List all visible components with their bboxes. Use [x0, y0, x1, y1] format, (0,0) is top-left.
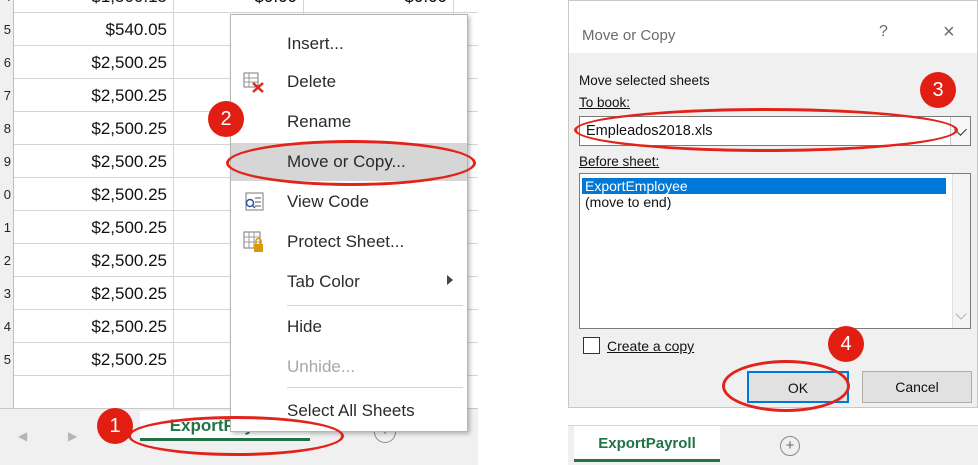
table-cell[interactable]: $540.05	[14, 13, 174, 46]
table-cell[interactable]: $2,500.25	[14, 277, 174, 310]
row-number: 4	[0, 310, 14, 343]
before-sheet-label: Before sheet:	[579, 154, 660, 169]
list-item-move-to-end[interactable]: (move to end)	[582, 194, 946, 210]
menu-item-insert[interactable]: Insert...	[231, 25, 467, 63]
row-number: 4	[0, 0, 14, 13]
menu-item-rename[interactable]: Rename	[231, 103, 467, 141]
table-cell[interactable]: $2,500.25	[14, 79, 174, 112]
highlight-ring-to-book	[574, 108, 958, 152]
table-cell[interactable]: $2,500.25	[14, 145, 174, 178]
to-book-label: To book:	[579, 95, 631, 110]
step-badge-1: 1	[97, 408, 133, 444]
row-number: 5	[0, 13, 14, 46]
before-sheet-list[interactable]: ExportEmployee (move to end)	[579, 173, 971, 329]
row-number: 5	[0, 343, 14, 376]
menu-separator	[287, 387, 463, 388]
create-copy-label[interactable]: Create a copy	[607, 338, 694, 354]
move-or-copy-panel: Move or Copy ? × Move selected sheets To…	[568, 0, 978, 465]
row-number: 3	[0, 277, 14, 310]
help-icon[interactable]: ?	[879, 23, 888, 41]
table-cell[interactable]: $0.00	[304, 0, 454, 13]
highlight-ring-move-or-copy	[226, 140, 476, 186]
list-item-exportemployee[interactable]: ExportEmployee	[582, 178, 946, 194]
scroll-right-icon[interactable]: ▶	[68, 429, 77, 443]
scroll-left-icon[interactable]: ◀	[18, 429, 27, 443]
menu-item-unhide: Unhide...	[287, 357, 356, 376]
menu-item-delete[interactable]: Delete	[231, 63, 467, 101]
protect-sheet-icon	[243, 231, 263, 252]
context-menu: Insert... Delete Rename Move or Copy... …	[230, 14, 468, 432]
table-cell[interactable]	[14, 376, 174, 409]
table-cell[interactable]: $2,500.25	[14, 178, 174, 211]
chevron-down-icon	[955, 308, 967, 320]
view-code-icon	[245, 192, 264, 211]
highlight-ring-ok	[722, 360, 850, 412]
row-number: 1	[0, 211, 14, 244]
table-cell[interactable]: $0.00	[174, 0, 304, 13]
highlight-ring-sheet-tab	[128, 416, 344, 456]
menu-item-tab-color[interactable]: Tab Color	[231, 263, 467, 301]
step-badge-2: 2	[208, 101, 244, 137]
cancel-button[interactable]: Cancel	[862, 371, 972, 403]
row-number: 2	[0, 244, 14, 277]
close-icon[interactable]: ×	[943, 21, 955, 44]
step-badge-3: 3	[920, 72, 956, 108]
row-number: 9	[0, 145, 14, 178]
scrollbar[interactable]	[952, 174, 970, 328]
dialog-titlebar: Move or Copy ? ×	[569, 1, 977, 53]
sheet-tab-exportpayroll[interactable]: ExportPayroll	[574, 426, 720, 462]
add-sheet-icon[interactable]: +	[780, 436, 800, 456]
table-cell[interactable]: $2,500.25	[14, 211, 174, 244]
table-cell[interactable]: $1,500.15	[14, 0, 174, 13]
row-number: 7	[0, 79, 14, 112]
menu-item-hide[interactable]: Hide	[231, 308, 467, 346]
delete-sheet-icon	[243, 72, 264, 93]
row-number: 6	[0, 46, 14, 79]
table-cell[interactable]: $2,500.25	[14, 310, 174, 343]
menu-item-view-code[interactable]: View Code	[231, 183, 467, 221]
row-number: 8	[0, 112, 14, 145]
excel-sheet-panel: 4 $1,500.15 $0.00 $0.00 5 $540.05 6 $2,5…	[0, 0, 478, 465]
dialog-title: Move or Copy	[582, 27, 676, 44]
table-cell[interactable]: $2,500.25	[14, 343, 174, 376]
table-cell[interactable]: $2,500.25	[14, 46, 174, 79]
create-copy-checkbox[interactable]	[583, 337, 600, 354]
row-number: 0	[0, 178, 14, 211]
move-or-copy-dialog: Move or Copy ? × Move selected sheets To…	[568, 0, 978, 408]
move-selected-label: Move selected sheets	[579, 73, 710, 88]
step-badge-4: 4	[828, 326, 864, 362]
menu-item-protect-sheet[interactable]: Protect Sheet...	[231, 223, 467, 261]
menu-separator	[287, 305, 463, 306]
submenu-arrow-icon	[447, 275, 453, 285]
row-number	[0, 376, 14, 409]
table-cell[interactable]: $2,500.25	[14, 112, 174, 145]
table-row: 4 $1,500.15 $0.00 $0.00	[0, 0, 478, 13]
table-cell[interactable]: $2,500.25	[14, 244, 174, 277]
